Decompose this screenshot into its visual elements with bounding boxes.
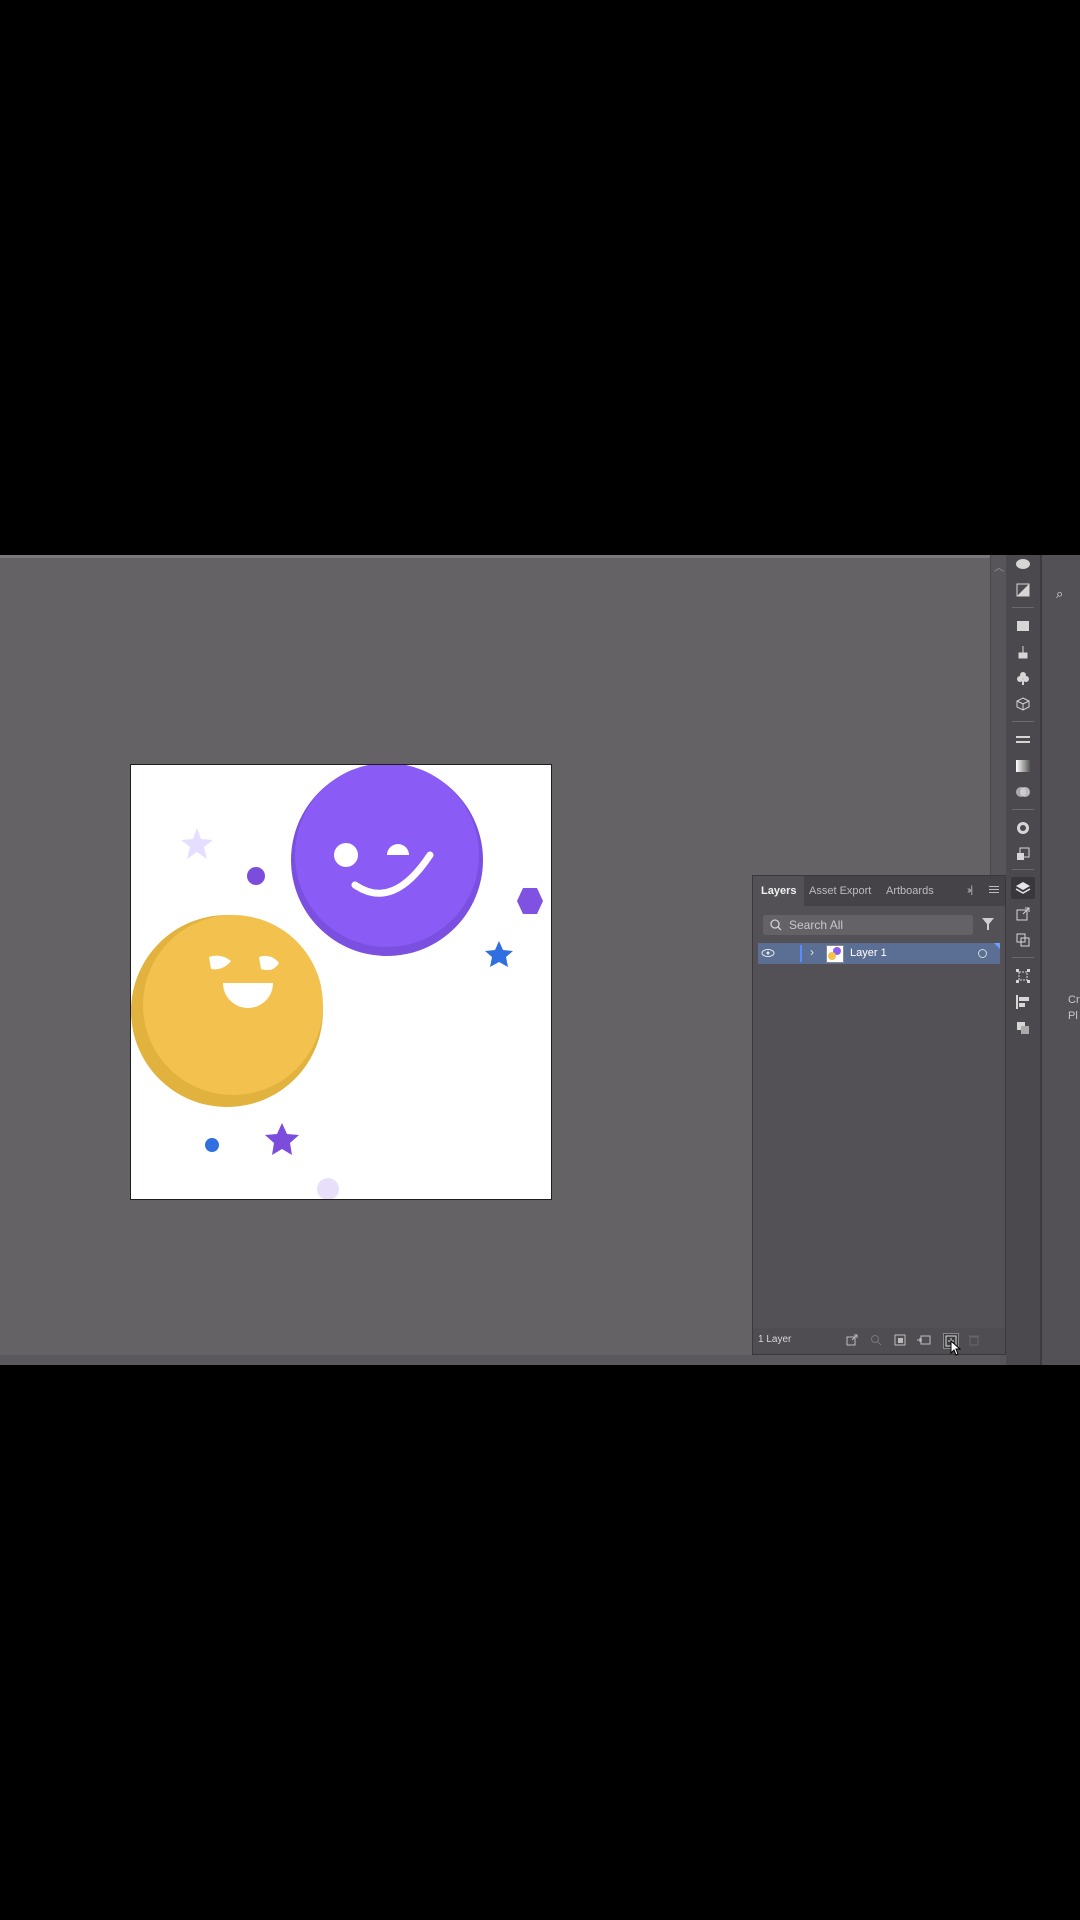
- tab-asset-export[interactable]: Asset Export: [809, 876, 871, 906]
- target-circle-icon[interactable]: [978, 949, 987, 958]
- search-placeholder: Search All: [789, 918, 844, 932]
- transparency-icon[interactable]: [1011, 579, 1035, 601]
- collect-for-export-icon[interactable]: [845, 1333, 859, 1347]
- purple-star: [265, 1123, 299, 1155]
- make-clipping-mask-icon[interactable]: [893, 1333, 907, 1347]
- artboards-icon[interactable]: [1011, 929, 1035, 951]
- delete-layer-icon[interactable]: [967, 1333, 981, 1347]
- eye-icon[interactable]: [761, 946, 775, 960]
- layer-row[interactable]: › Layer 1: [758, 943, 1000, 964]
- transparency-circles-icon[interactable]: [1011, 781, 1035, 803]
- illustrator-window: ︿ ⌕ Cr Pl Layers Asset Export Artboards …: [0, 555, 1080, 1365]
- light-purple-dot: [317, 1178, 339, 1199]
- expand-chevron-icon[interactable]: ›: [810, 945, 814, 959]
- right-side-panel: ⌕ Cr Pl: [1042, 555, 1080, 1365]
- gradient-icon[interactable]: [1011, 755, 1035, 777]
- purple-dot: [247, 867, 265, 885]
- purple-face-top: [295, 765, 479, 947]
- truncated-label-1: Cr: [1068, 994, 1080, 1006]
- create-sublayer-icon[interactable]: [917, 1333, 931, 1347]
- layers-panel: Layers Asset Export Artboards ›› | Searc…: [752, 875, 1006, 1356]
- search-icon[interactable]: ⌕: [1056, 586, 1063, 602]
- layer-name[interactable]: Layer 1: [850, 947, 887, 959]
- layers-panel-icon[interactable]: [1011, 877, 1035, 899]
- layer-count: 1 Layer: [758, 1334, 792, 1345]
- yellow-face: [143, 915, 323, 1095]
- artwork: [131, 765, 543, 1199]
- export-icon[interactable]: [1011, 903, 1035, 925]
- filter-icon[interactable]: [981, 917, 995, 931]
- graphic-styles-icon[interactable]: [1011, 843, 1035, 865]
- blue-star: [485, 941, 513, 967]
- blue-dot: [205, 1138, 219, 1152]
- purple-face-left-eye: [334, 843, 358, 867]
- canvas-horizontal-scrollbar[interactable]: [0, 1355, 1000, 1365]
- panel-dock-icons: [1006, 555, 1040, 1365]
- layers-panel-footer: 1 Layer: [753, 1328, 1005, 1356]
- mouse-cursor-icon: [950, 1340, 962, 1356]
- truncated-label-2: Pl: [1068, 1010, 1078, 1022]
- brushes-icon[interactable]: [1011, 641, 1035, 663]
- layer-thumbnail: [826, 945, 844, 963]
- 3d-cube-icon[interactable]: [1011, 693, 1035, 715]
- tab-layers[interactable]: Layers: [753, 876, 805, 906]
- align-icon[interactable]: [1011, 991, 1035, 1013]
- search-icon: [770, 919, 782, 931]
- stroke-icon[interactable]: [1011, 729, 1035, 751]
- artboard[interactable]: [130, 764, 552, 1200]
- collapse-panel-icon[interactable]: ›› |: [967, 885, 973, 896]
- image-trace-icon[interactable]: [1011, 615, 1035, 637]
- selection-corner-indicator: [994, 943, 1000, 949]
- color-palette-icon[interactable]: [1011, 555, 1035, 575]
- symbols-icon[interactable]: [1011, 667, 1035, 689]
- locate-object-icon[interactable]: [869, 1333, 883, 1347]
- transform-icon[interactable]: [1011, 965, 1035, 987]
- tab-artboards[interactable]: Artboards: [886, 876, 934, 906]
- pathfinder-icon[interactable]: [1011, 1017, 1035, 1039]
- layers-search-input[interactable]: Search All: [763, 915, 973, 935]
- top-divider: [0, 555, 1000, 558]
- light-purple-star: [181, 828, 213, 859]
- panel-menu-icon[interactable]: [989, 886, 999, 895]
- layers-panel-tabs: Layers Asset Export Artboards ›› |: [753, 876, 1005, 906]
- scroll-up-icon[interactable]: ︿: [994, 559, 1004, 574]
- appearance-icon[interactable]: [1011, 817, 1035, 839]
- layer-color-bar: [800, 945, 802, 962]
- purple-hexagon: [517, 888, 543, 914]
